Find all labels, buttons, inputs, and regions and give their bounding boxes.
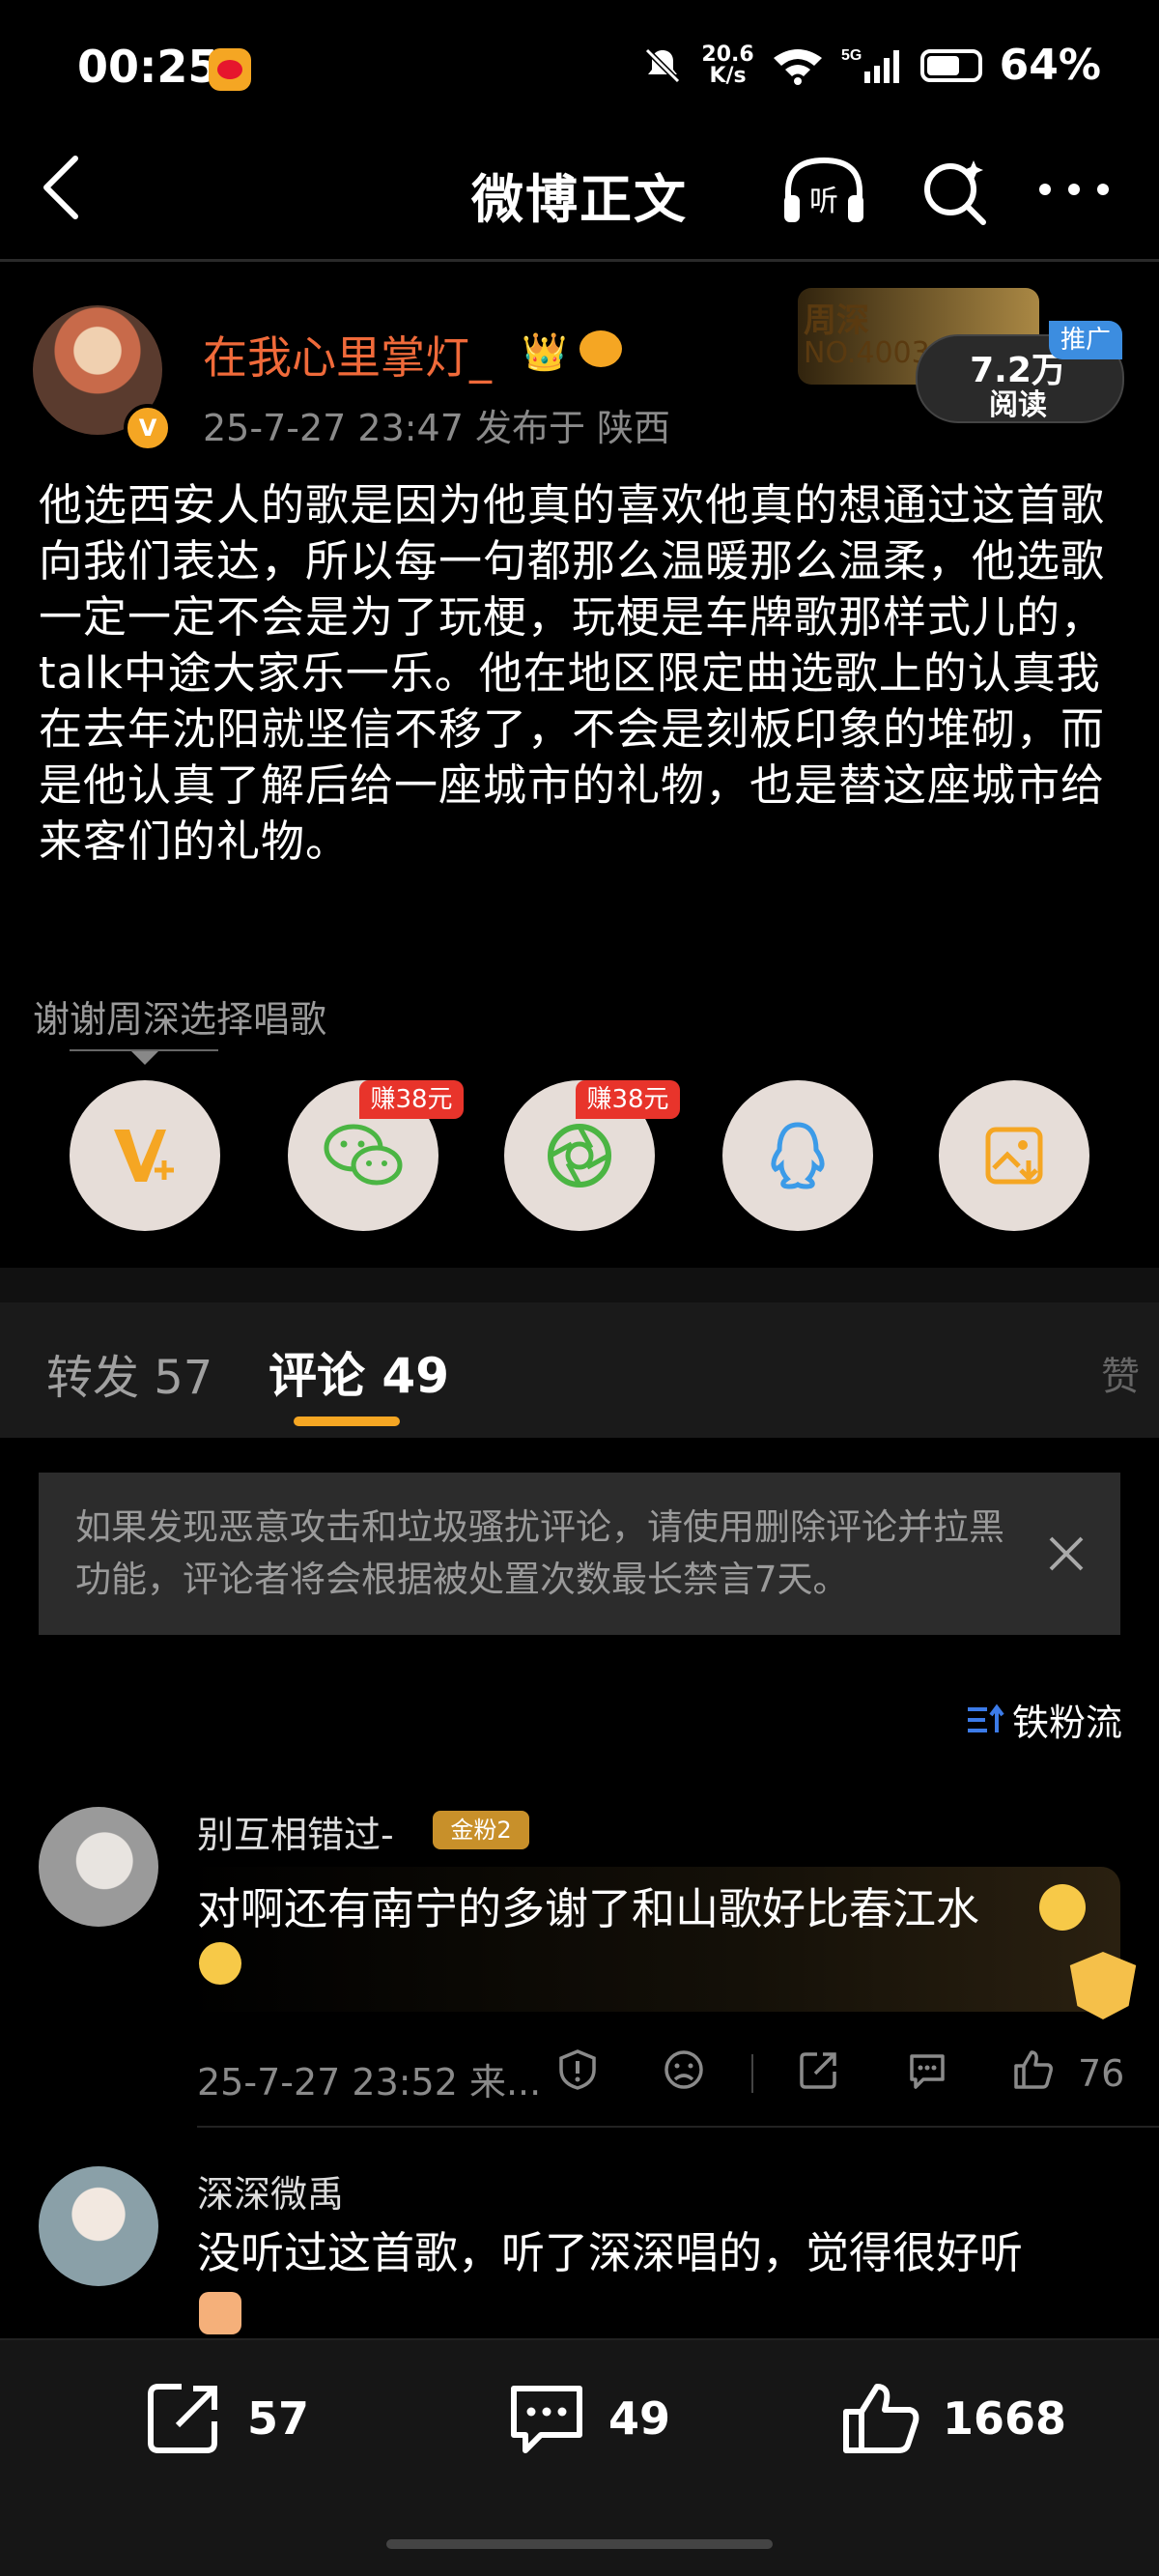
commenter-avatar[interactable]	[39, 2166, 158, 2286]
earn-badge-moments: 赚38元	[576, 1080, 680, 1119]
promo-badge[interactable]: 推广	[1049, 321, 1122, 359]
author-name[interactable]: 在我心里掌灯_	[203, 323, 492, 386]
tab-active-indicator	[294, 1417, 400, 1426]
repost-icon[interactable]	[798, 2048, 840, 2091]
thanks-caret-icon	[131, 1051, 158, 1065]
sort-icon	[968, 1703, 1004, 1732]
listen-icon[interactable]: 听	[780, 155, 867, 228]
net-speed: 20.6 K/s	[701, 42, 754, 88]
earn-badge-wechat: 赚38元	[359, 1080, 464, 1119]
moments-icon	[548, 1124, 611, 1188]
fan-card-name: 周深	[804, 301, 869, 340]
tab-repost[interactable]: 转发 57	[46, 1339, 212, 1407]
close-icon[interactable]	[1047, 1534, 1086, 1573]
post-body: 他选西安人的歌是因为他真的喜欢他真的想通过这首歌向我们表达，所以每一句都那么温暖…	[39, 479, 1106, 867]
comment-text: 没听过这首歌，听了深深唱的，觉得很好听	[197, 2227, 1024, 2278]
save-image-button[interactable]	[939, 1080, 1089, 1231]
fan-level-icon	[580, 330, 622, 367]
dislike-face-icon[interactable]	[663, 2048, 705, 2091]
verified-badge-icon: V	[124, 404, 172, 452]
tab-comment[interactable]: 评论 49	[269, 1337, 449, 1407]
like-icon[interactable]	[1012, 2048, 1055, 2091]
repost-icon	[148, 2384, 217, 2453]
thanks-label: 谢谢周深选择唱歌	[33, 998, 327, 1041]
weibo-notification-icon	[209, 48, 251, 91]
nav-divider	[0, 259, 1159, 262]
bottom-like-count: 1668	[943, 2392, 1067, 2445]
signal-icon: 5G	[841, 47, 899, 83]
commenter-avatar[interactable]	[39, 1807, 158, 1927]
views-label: 阅读	[989, 388, 1047, 422]
bottom-repost-count: 57	[247, 2392, 310, 2445]
battery-icon	[919, 48, 982, 82]
bottom-comment-count: 49	[608, 2392, 671, 2445]
action-separator	[751, 2054, 753, 2093]
wifi-icon	[773, 48, 822, 85]
search-icon[interactable]	[918, 155, 991, 228]
report-icon[interactable]	[556, 2048, 599, 2091]
qq-icon	[771, 1122, 825, 1189]
battery-percent: 64%	[999, 41, 1101, 90]
tab-like[interactable]: 赞	[1101, 1345, 1140, 1401]
svg-text:5G: 5G	[841, 47, 862, 64]
bottom-repost-button[interactable]: 57	[145, 2381, 309, 2456]
reply-icon[interactable]	[906, 2048, 948, 2091]
comment-text: 对啊还有南宁的多谢了和山歌好比春江水	[197, 1883, 980, 1934]
status-time: 00:25	[77, 41, 219, 93]
more-options-icon[interactable]	[1035, 180, 1113, 199]
bottom-like-button[interactable]: 1668	[840, 2381, 1066, 2456]
sort-button[interactable]: 铁粉流	[966, 1693, 1122, 1746]
comment-icon	[511, 2386, 582, 2453]
commenter-name[interactable]: 深深微禹	[197, 2164, 344, 2218]
sort-label: 铁粉流	[1012, 1702, 1123, 1744]
notice-text: 如果发现恶意攻击和垃圾骚扰评论，请使用删除评论并拉黑功能，评论者将会根据被处置次…	[75, 1506, 1004, 1600]
share-qq-button[interactable]	[722, 1080, 873, 1231]
comment-meta: 25-7-27 23:52 来...	[197, 2061, 542, 2104]
bottom-comment-button[interactable]: 49	[506, 2381, 670, 2456]
wechat-icon	[324, 1124, 403, 1186]
fan-card-number: NO.4003	[804, 336, 930, 370]
like-icon	[843, 2384, 919, 2453]
mute-icon	[645, 47, 681, 83]
section-gap	[0, 1268, 1159, 1302]
save-image-icon	[985, 1127, 1043, 1185]
thumbs-up-emoji-icon	[199, 2292, 241, 2334]
commenter-name[interactable]: 别互相错过-	[197, 1805, 394, 1858]
post-meta: 25-7-27 23:47 发布于 陕西	[203, 407, 671, 449]
heart-eyes-emoji-icon	[199, 1942, 241, 1985]
share-vplus-button[interactable]	[70, 1080, 220, 1231]
fan-badge: 金粉2	[433, 1811, 529, 1849]
status-indicators: 20.6 K/s 5G 64%	[641, 41, 1101, 90]
comment-divider	[197, 2126, 1159, 2128]
home-indicator[interactable]	[386, 2539, 773, 2549]
crown-icon: 👑	[522, 330, 568, 373]
vplus-icon	[114, 1130, 174, 1182]
svg-text:听: 听	[809, 185, 838, 218]
crying-emoji-icon	[1039, 1884, 1086, 1931]
comment-like-count: 76	[1078, 2052, 1125, 2095]
